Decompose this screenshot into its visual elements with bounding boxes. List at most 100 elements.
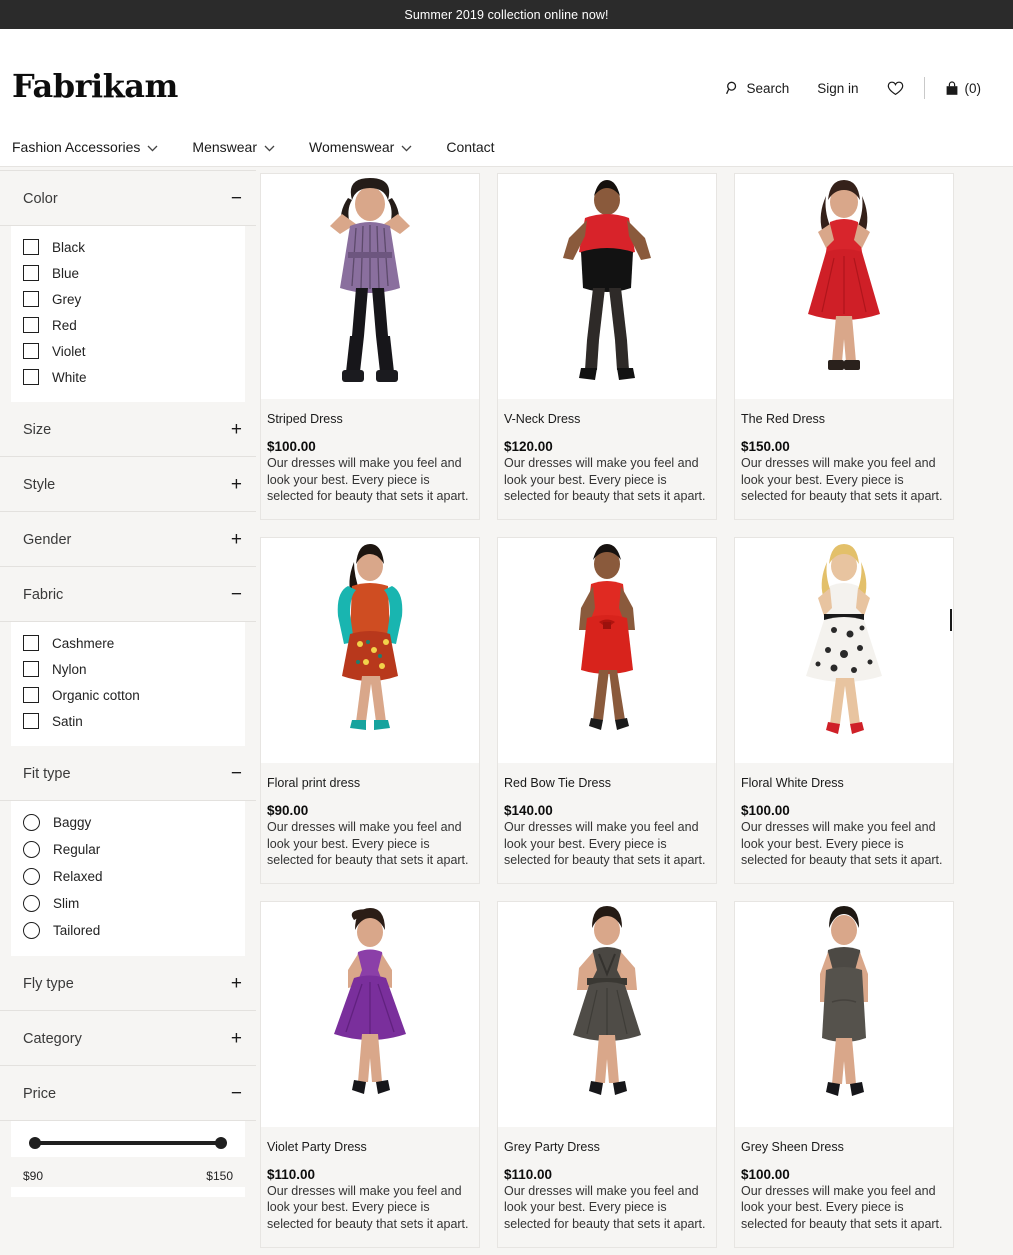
filter-header-size[interactable]: Size+ <box>0 402 256 457</box>
product-image[interactable] <box>498 174 716 399</box>
filter-option-blue[interactable]: Blue <box>11 260 245 286</box>
checkbox[interactable] <box>23 291 39 307</box>
nav-item-contact[interactable]: Contact <box>446 139 510 155</box>
product-description: Our dresses will make you feel and look … <box>741 1183 947 1233</box>
price-range-slider[interactable] <box>29 1137 227 1149</box>
product-info: Red Bow Tie Dress$140.00Our dresses will… <box>498 763 716 883</box>
product-image[interactable] <box>735 174 953 399</box>
price-filter-body: $90$150 <box>11 1121 245 1197</box>
filter-option-baggy[interactable]: Baggy <box>11 809 245 836</box>
product-info: The Red Dress$150.00Our dresses will mak… <box>735 399 953 519</box>
nav-item-label: Fashion Accessories <box>12 139 140 155</box>
filter-option-organic-cotton[interactable]: Organic cotton <box>11 682 245 708</box>
product-description: Our dresses will make you feel and look … <box>504 1183 710 1233</box>
filter-options: Black BlueGrey Red VioletWhite <box>11 226 245 402</box>
product-card[interactable]: Grey Sheen Dress$100.00Our dresses will … <box>734 901 954 1248</box>
product-grid: Striped Dress$100.00Our dresses will mak… <box>256 167 1013 1248</box>
product-info: Floral print dress$90.00Our dresses will… <box>261 763 479 883</box>
checkbox[interactable] <box>23 635 39 651</box>
product-description: Our dresses will make you feel and look … <box>267 819 473 869</box>
nav-item-womenswear[interactable]: Womenswear <box>309 139 428 155</box>
filter-option-white[interactable]: White <box>11 364 245 390</box>
filter-option-satin[interactable]: Satin <box>11 708 245 734</box>
filter-option-relaxed[interactable]: Relaxed <box>11 863 245 890</box>
filter-option-regular[interactable]: Regular <box>11 836 245 863</box>
filter-option-grey[interactable]: Grey <box>11 286 245 312</box>
filter-option-violet[interactable]: Violet <box>11 338 245 364</box>
filter-option-label: Regular <box>53 842 100 857</box>
checkbox[interactable] <box>23 687 39 703</box>
slider-handle-max[interactable] <box>215 1137 227 1149</box>
filter-option-nylon[interactable]: Nylon <box>11 656 245 682</box>
filter-header-category[interactable]: Category+ <box>0 1011 256 1066</box>
product-image[interactable] <box>735 538 953 763</box>
product-card[interactable]: Floral print dress$90.00Our dresses will… <box>260 537 480 884</box>
product-card[interactable]: Red Bow Tie Dress$140.00Our dresses will… <box>497 537 717 884</box>
filter-option-tailored[interactable]: Tailored <box>11 917 245 944</box>
filter-option-label: Relaxed <box>53 869 103 884</box>
product-image[interactable] <box>261 538 479 763</box>
product-name: The Red Dress <box>741 412 947 426</box>
product-info: Striped Dress$100.00Our dresses will mak… <box>261 399 479 519</box>
product-image[interactable] <box>735 902 953 1127</box>
checkbox[interactable] <box>23 265 39 281</box>
product-image[interactable] <box>261 902 479 1127</box>
filter-section-fit-type: Fit type− Baggy Regular Relaxed SlimTailored <box>0 746 256 956</box>
product-price: $100.00 <box>267 439 473 454</box>
filter-option-label: Red <box>52 318 77 333</box>
filter-section-fly-type: Fly type+ <box>0 956 256 1011</box>
product-info: Floral White Dress$100.00Our dresses wil… <box>735 763 953 883</box>
filter-header-price[interactable]: Price− <box>0 1066 256 1121</box>
product-image[interactable] <box>498 538 716 763</box>
radio-button[interactable] <box>23 922 40 939</box>
collapse-icon: − <box>231 585 242 604</box>
filter-option-black[interactable]: Black <box>11 234 245 260</box>
filter-option-label: Black <box>52 240 85 255</box>
nav-item-menswear[interactable]: Menswear <box>192 139 291 155</box>
product-card[interactable]: Grey Party Dress$110.00Our dresses will … <box>497 901 717 1248</box>
product-image[interactable] <box>261 174 479 399</box>
checkbox[interactable] <box>23 239 39 255</box>
wishlist-button[interactable] <box>873 81 918 96</box>
filter-header-gender[interactable]: Gender+ <box>0 512 256 567</box>
filter-option-red[interactable]: Red <box>11 312 245 338</box>
shopping-bag-icon <box>945 81 959 96</box>
checkbox[interactable] <box>23 369 39 385</box>
checkbox[interactable] <box>23 713 39 729</box>
filter-header-fit-type[interactable]: Fit type− <box>0 746 256 801</box>
nav-item-fashion-accessories[interactable]: Fashion Accessories <box>12 139 174 155</box>
filter-header-color[interactable]: Color− <box>0 170 256 226</box>
checkbox[interactable] <box>23 317 39 333</box>
filter-header-fly-type[interactable]: Fly type+ <box>0 956 256 1011</box>
product-card[interactable]: The Red Dress$150.00Our dresses will mak… <box>734 173 954 520</box>
product-info: V-Neck Dress$120.00Our dresses will make… <box>498 399 716 519</box>
product-price: $150.00 <box>741 439 947 454</box>
radio-button[interactable] <box>23 868 40 885</box>
expand-icon: + <box>231 420 242 439</box>
product-info: Grey Party Dress$110.00Our dresses will … <box>498 1127 716 1247</box>
site-header: Fabrikam Search Sign in <box>0 29 1013 127</box>
filter-option-cashmere[interactable]: Cashmere <box>11 630 245 656</box>
checkbox[interactable] <box>23 343 39 359</box>
product-card[interactable]: Floral White Dress$100.00Our dresses wil… <box>734 537 954 884</box>
checkbox[interactable] <box>23 661 39 677</box>
product-name: Grey Party Dress <box>504 1140 710 1154</box>
radio-button[interactable] <box>23 814 40 831</box>
radio-button[interactable] <box>23 895 40 912</box>
cart-button[interactable]: (0) <box>931 81 996 96</box>
sign-in-button[interactable]: Sign in <box>803 81 872 96</box>
filter-option-slim[interactable]: Slim <box>11 890 245 917</box>
product-image[interactable] <box>498 902 716 1127</box>
filter-header-style[interactable]: Style+ <box>0 457 256 512</box>
filter-option-label: Organic cotton <box>52 688 140 703</box>
radio-button[interactable] <box>23 841 40 858</box>
slider-handle-min[interactable] <box>29 1137 41 1149</box>
product-card[interactable]: V-Neck Dress$120.00Our dresses will make… <box>497 173 717 520</box>
nav-item-label: Contact <box>446 139 494 155</box>
filter-header-fabric[interactable]: Fabric− <box>0 567 256 622</box>
brand-logo[interactable]: Fabrikam <box>12 67 178 105</box>
product-card[interactable]: Striped Dress$100.00Our dresses will mak… <box>260 173 480 520</box>
product-name: Violet Party Dress <box>267 1140 473 1154</box>
product-card[interactable]: Violet Party Dress$110.00Our dresses wil… <box>260 901 480 1248</box>
search-button[interactable]: Search <box>726 81 803 96</box>
